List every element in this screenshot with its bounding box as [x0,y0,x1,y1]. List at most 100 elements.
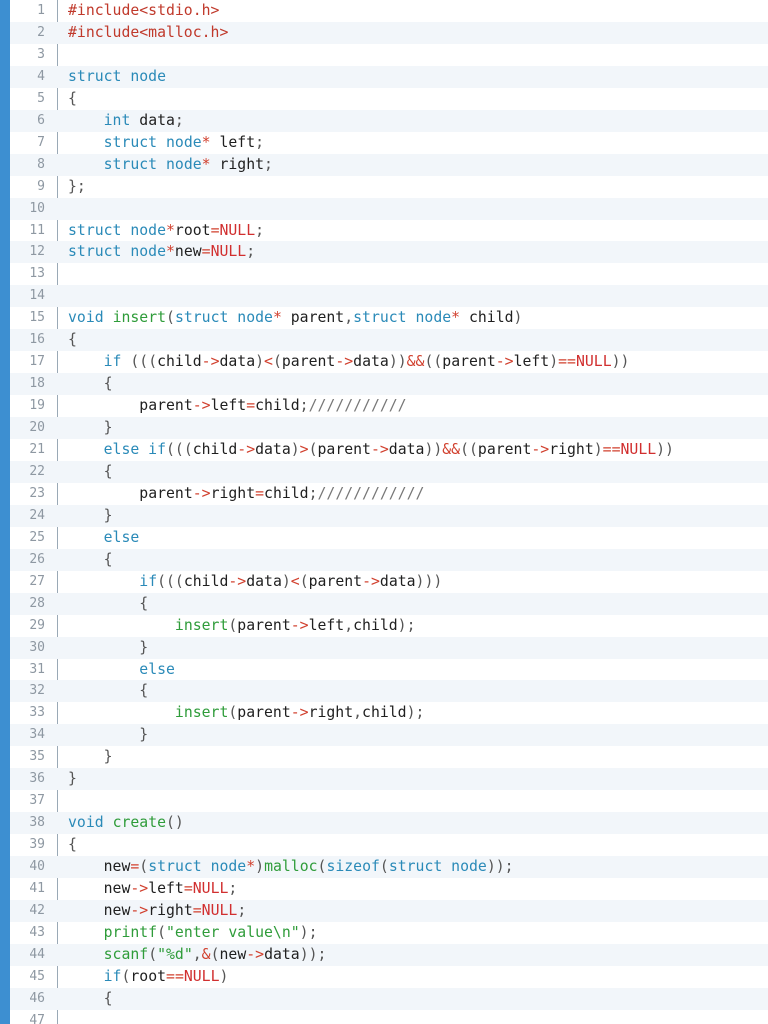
code-line[interactable]: 4 struct node [10,65,768,88]
code-token: insert [174,616,229,634]
code-line[interactable]: 7 struct node* left; [10,132,768,154]
code-line[interactable]: 12 struct node*new=NULL; [10,241,768,264]
code-line[interactable]: 8 struct node* right; [10,153,768,176]
code-token: == [602,441,621,458]
code-token: NULL [192,880,229,897]
code-line[interactable]: 19 parent->left=child;/////////// [10,395,768,417]
code-line[interactable]: 11 struct node*root=NULL; [10,220,768,242]
code-token: == [558,353,576,371]
code-token: else [103,528,140,546]
code-line[interactable]: 28 { [10,592,768,615]
code-text: insert(parent->right,child); [68,702,425,724]
code-line[interactable]: 31 else [10,659,768,681]
code-text: } [68,724,148,746]
code-line[interactable]: 15 void insert(struct node* parent,struct… [10,307,768,329]
code-line[interactable]: 40 new=(struct node*)malloc(sizeof(struc… [10,856,768,879]
code-line[interactable]: 24 } [10,504,768,527]
line-number: 26 [29,551,45,567]
code-line[interactable]: 1 #include<stdio.h> [10,0,768,22]
code-line[interactable]: 6 int data; [10,109,768,132]
code-line[interactable]: 14 [10,285,768,308]
code-line[interactable]: 36} [10,768,768,791]
line-number: 44 [29,946,45,962]
code-token: ( [148,945,158,963]
code-text: { [68,834,77,856]
line-number: 47 [29,1012,45,1024]
code-token: , [353,704,363,722]
code-token: { [68,682,149,700]
code-text: parent->right=child;//////////// [68,483,424,505]
code-line[interactable]: 39 { [10,834,768,856]
code-token: //////////// [317,484,425,502]
code-token: ( [299,572,309,590]
code-token: struct node [103,133,202,151]
code-token: struct node [174,309,273,327]
code-line[interactable]: 29 insert(parent->left,child); [10,615,768,637]
code-token: -> [495,353,514,371]
code-line[interactable]: 30 } [10,636,768,659]
code-token: ; [255,133,265,151]
code-token: right [549,441,594,458]
code-line[interactable]: 32 { [10,680,768,703]
code-line[interactable]: 18 { [10,373,768,396]
line-number: 23 [29,485,45,501]
code-line[interactable]: 21 else if(((child->data)>(parent->data)… [10,439,768,461]
code-line[interactable]: 26 { [10,548,768,571]
line-number: 17 [29,354,45,370]
code-line[interactable]: 22 { [10,460,768,483]
code-token: struct node [103,155,202,173]
code-line[interactable]: 27 if(((child->data)<(parent->data))) [10,571,768,593]
line-number: 10 [29,200,45,216]
code-line[interactable]: 16 { [10,329,768,352]
code-line[interactable]: 42 new->right=NULL; [10,899,768,922]
code-line[interactable]: 35 } [10,746,768,768]
code-text: } [68,505,113,527]
code-text: } [68,417,113,439]
code-line[interactable]: 5{ [10,88,768,110]
code-token: ; [228,880,238,897]
code-line[interactable]: 37 [10,790,768,812]
code-line[interactable]: 43 printf("enter value\n"); [10,922,768,944]
code-token: ( [157,923,167,941]
code-line[interactable]: 23 parent->right=child;//////////// [10,483,768,505]
code-line[interactable]: 2 #include<malloc.h> [10,21,768,44]
code-token: #include<stdio.h> [68,2,220,19]
code-line[interactable]: 13 [10,263,768,285]
code-line[interactable]: 45 if(root==NULL) [10,966,768,988]
code-line[interactable]: 41 new->left=NULL; [10,878,768,900]
code-token: left [210,133,256,151]
code-line[interactable]: 33 insert(parent->right,child); [10,702,768,724]
code-line[interactable]: 47 [10,1010,768,1024]
code-line[interactable]: 20 } [10,417,768,440]
code-token: if [139,572,158,590]
code-token: parent [139,397,193,415]
code-token: child [264,484,309,502]
line-number: 42 [29,902,45,918]
code-token: NULL [219,221,256,239]
code-token: struct node [388,858,487,876]
code-line[interactable]: 9}; [10,176,768,198]
code-token: ((( [121,353,158,371]
code-line[interactable]: 17 if (((child->data)<(parent->data))&&(… [10,351,768,373]
code-text: #include<stdio.h> [68,0,219,22]
code-text: if (((child->data)<(parent->data))&&((pa… [68,351,630,373]
code-token: else [139,660,175,678]
code-line[interactable]: 44 scanf("%d",&(new->data)); [10,943,768,966]
code-line[interactable]: 25 else [10,527,768,549]
code-token: -> [370,441,389,458]
code-token: parent [281,353,336,371]
code-line[interactable]: 10 [10,197,768,220]
code-token: (( [460,441,478,458]
code-line[interactable]: 3 [10,44,768,66]
code-line[interactable]: 46 { [10,987,768,1010]
code-token: -> [192,397,211,415]
code-token: left [148,880,184,897]
code-line[interactable]: 34 } [10,724,768,747]
code-token: ((( [157,572,184,590]
code-editor[interactable]: 1 #include<stdio.h> 2 #include<malloc.h> 3 4 s… [0,0,768,1024]
code-line[interactable]: 38 void create() [10,812,768,835]
code-text: struct node*new=NULL; [68,241,255,263]
